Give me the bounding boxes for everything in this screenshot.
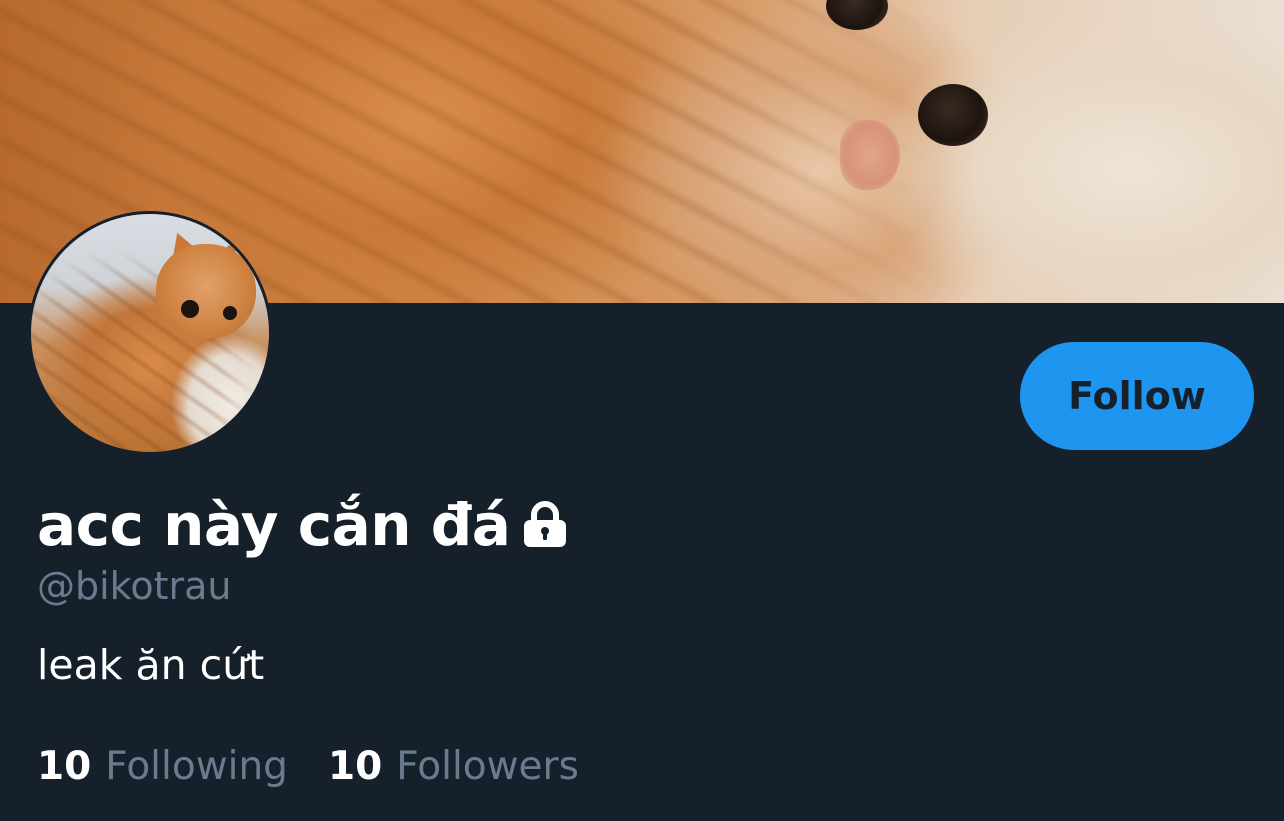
profile-stats: 10 Following 10 Followers — [37, 741, 579, 793]
avatar-cat-eye — [223, 306, 237, 320]
profile-handle: @bikotrau — [37, 564, 232, 608]
avatar-cat-eye — [181, 300, 199, 318]
display-name: acc này cắn đá — [37, 491, 511, 559]
display-name-row: acc này cắn đá — [37, 490, 568, 560]
following-label: Following — [105, 744, 288, 789]
follow-button[interactable]: Follow — [1020, 342, 1254, 450]
followers-label: Followers — [396, 744, 579, 789]
avatar-image — [31, 214, 269, 452]
profile-page: Follow acc này cắn đá @bikotrau leak ăn … — [0, 0, 1284, 821]
following-link[interactable]: 10 Following — [37, 741, 288, 793]
profile-bio: leak ăn cứt — [37, 641, 265, 689]
banner-cat-nose — [840, 120, 900, 190]
followers-count: 10 — [327, 744, 383, 789]
followers-link[interactable]: 10 Followers — [328, 741, 579, 793]
lock-icon — [522, 501, 568, 549]
avatar-cat-head — [156, 244, 256, 339]
following-count: 10 — [37, 744, 92, 789]
profile-avatar[interactable] — [28, 211, 272, 455]
banner-cat-eye — [918, 84, 988, 146]
